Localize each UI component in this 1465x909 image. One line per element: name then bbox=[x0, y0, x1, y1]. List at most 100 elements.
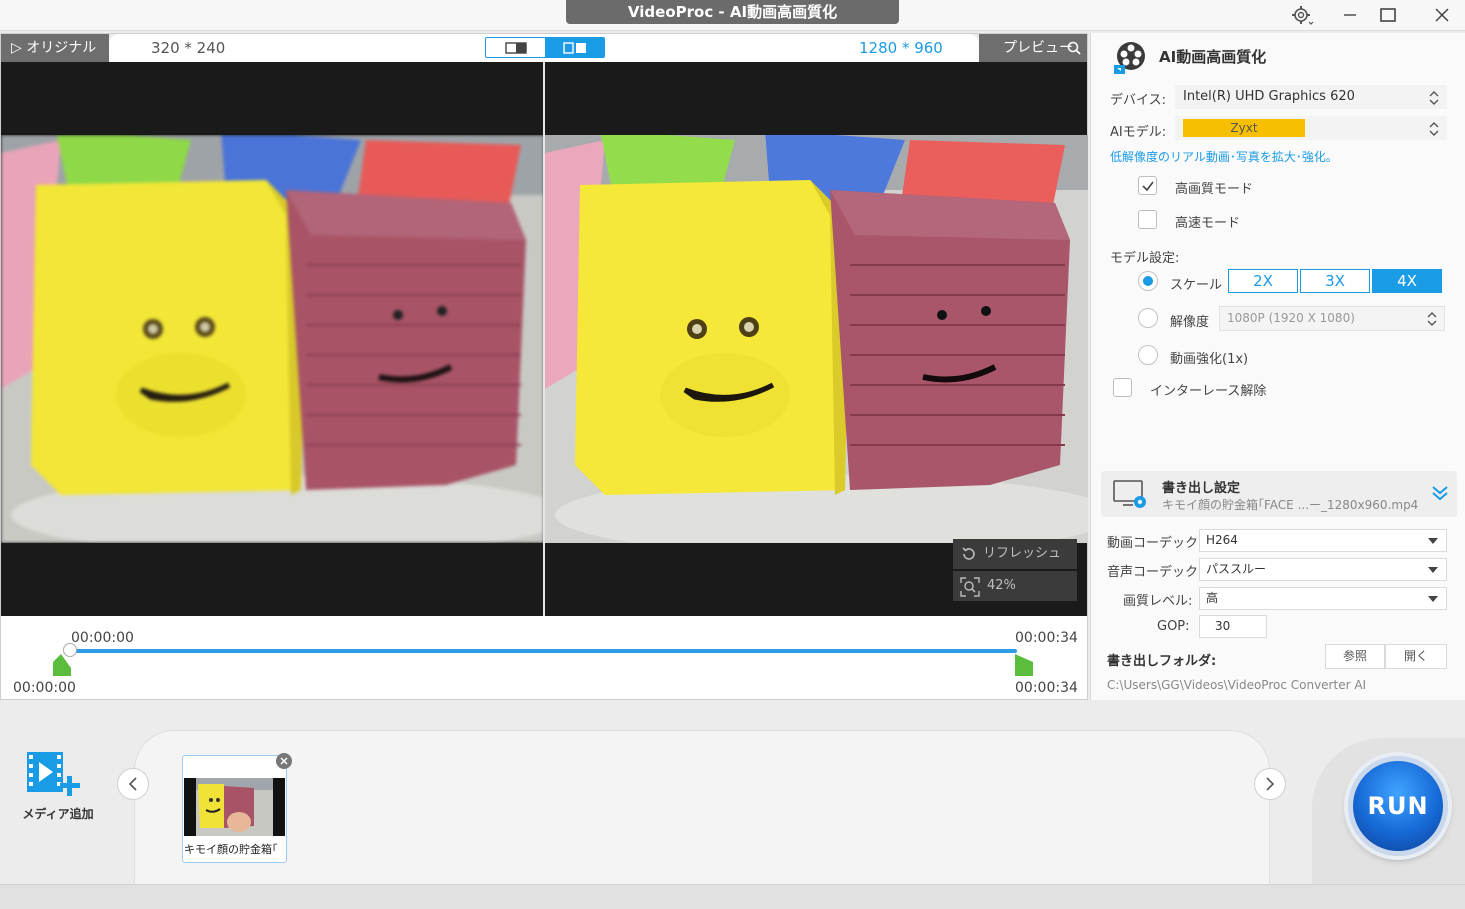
model-settings-label: モデル設定: bbox=[1110, 251, 1180, 266]
model-description: 低解像度のリアル動画･写真を拡大･強化。 bbox=[1110, 150, 1338, 164]
model-value: Zyxt bbox=[1183, 119, 1305, 137]
scale-2x-button[interactable]: 2X bbox=[1228, 269, 1298, 293]
device-label: デバイス: bbox=[1110, 93, 1166, 108]
check-icon bbox=[1142, 181, 1154, 192]
minimize-icon[interactable] bbox=[1336, 4, 1364, 26]
trim-end-marker[interactable] bbox=[1015, 654, 1033, 676]
scale-label: スケール bbox=[1170, 278, 1223, 293]
settings-gear-icon[interactable] bbox=[1288, 4, 1316, 26]
resolution-value: 1080P (1920 X 1080) bbox=[1227, 311, 1355, 325]
chevron-right-icon bbox=[1266, 777, 1275, 791]
deinterlace-checkbox[interactable] bbox=[1113, 378, 1132, 397]
resolution-radio[interactable] bbox=[1138, 308, 1158, 328]
high-quality-checkbox[interactable] bbox=[1138, 176, 1157, 195]
scroll-left-button[interactable] bbox=[117, 768, 149, 800]
gop-label: GOP: bbox=[1157, 619, 1190, 634]
open-folder-button[interactable]: 開く bbox=[1385, 644, 1447, 669]
updown-icon bbox=[1429, 122, 1439, 136]
updown-icon bbox=[1429, 91, 1439, 105]
deinterlace-label: インターレース解除 bbox=[1150, 384, 1267, 399]
original-resolution: 320 * 240 bbox=[151, 39, 226, 57]
quality-select[interactable]: 高 bbox=[1199, 587, 1447, 610]
trim-end-time: 00:00:34 bbox=[1015, 680, 1078, 696]
scale-3x-button[interactable]: 3X bbox=[1300, 269, 1370, 293]
zoom-icon bbox=[960, 577, 980, 597]
export-filename: キモイ顔の貯金箱｢FACE ...ー_1280x960.mp4 bbox=[1162, 498, 1419, 512]
gop-input[interactable]: 30 bbox=[1199, 615, 1267, 638]
single-view-icon[interactable] bbox=[486, 38, 545, 57]
add-media-button[interactable]: メディア追加 bbox=[22, 750, 94, 830]
media-thumbnail[interactable]: キモイ顔の貯金箱｢ bbox=[182, 755, 287, 863]
audio-codec-select[interactable]: パススルー bbox=[1199, 558, 1447, 581]
close-icon[interactable] bbox=[1428, 4, 1456, 26]
resolution-label: 解像度 bbox=[1170, 315, 1210, 330]
run-area: RUN bbox=[1312, 738, 1465, 884]
zoom-label: 42% bbox=[987, 578, 1016, 593]
export-settings-icon bbox=[1113, 480, 1146, 508]
video-area: リフレッシュ 42% bbox=[1, 62, 1088, 616]
fast-mode-label: 高速モード bbox=[1175, 216, 1241, 231]
export-folder-label: 書き出しフォルダ: bbox=[1107, 654, 1217, 669]
updown-icon bbox=[1427, 312, 1437, 326]
scale-radio[interactable] bbox=[1138, 271, 1158, 291]
timeline-progress bbox=[69, 649, 1017, 653]
resolution-select[interactable]: 1080P (1920 X 1080) bbox=[1219, 306, 1445, 331]
search-icon bbox=[1067, 41, 1081, 55]
device-select[interactable]: Intel(R) UHD Graphics 620 bbox=[1175, 85, 1447, 109]
tab-preview-label: プレビュー bbox=[1003, 40, 1073, 56]
tab-preview[interactable]: プレビュー bbox=[979, 34, 1087, 62]
output-resolution: 1280 * 960 bbox=[859, 39, 943, 57]
trim-start-time: 00:00:00 bbox=[13, 680, 76, 696]
model-select[interactable]: Zyxt bbox=[1175, 116, 1447, 140]
export-title: 書き出し設定 bbox=[1162, 481, 1241, 496]
chevron-left-icon bbox=[128, 777, 137, 791]
fast-mode-checkbox[interactable] bbox=[1138, 210, 1157, 229]
status-bar bbox=[0, 884, 1465, 909]
scroll-right-button[interactable] bbox=[1254, 768, 1286, 800]
split-view-icon[interactable] bbox=[545, 38, 604, 57]
remove-media-icon[interactable] bbox=[276, 753, 292, 769]
thumbnail-label: キモイ顔の貯金箱｢ bbox=[184, 843, 278, 856]
preview-pane: ▷ オリジナル 320 * 240 1280 * 960 プレビュー リフレッシ… bbox=[0, 33, 1088, 700]
media-bar: メディア追加 キモイ顔の貯金箱｢ RUN bbox=[0, 700, 1465, 884]
caret-down-icon bbox=[1428, 538, 1438, 544]
refresh-button[interactable]: リフレッシュ bbox=[953, 539, 1077, 569]
settings-panel: AI動画高画質化 デバイス: Intel(R) UHD Graphics 620… bbox=[1090, 33, 1465, 700]
timeline-end-time: 00:00:34 bbox=[1015, 630, 1078, 646]
tab-original[interactable]: ▷ オリジナル bbox=[1, 34, 109, 62]
media-strip bbox=[134, 730, 1270, 884]
enhance-label: 動画強化(1x) bbox=[1170, 352, 1249, 367]
preview-frame bbox=[545, 135, 1088, 543]
caret-down-icon bbox=[1428, 567, 1438, 573]
enhance-radio[interactable] bbox=[1138, 345, 1158, 365]
export-settings-header[interactable]: 書き出し設定 キモイ顔の貯金箱｢FACE ...ー_1280x960.mp4 bbox=[1101, 471, 1457, 517]
audio-codec-value: パススルー bbox=[1206, 562, 1267, 576]
maximize-icon[interactable] bbox=[1374, 4, 1402, 26]
model-label: AIモデル: bbox=[1110, 125, 1167, 140]
title-bar: VideoProc - AI動画高画質化 bbox=[0, 0, 1465, 31]
chevron-double-down-icon[interactable] bbox=[1431, 484, 1449, 502]
preview-header: ▷ オリジナル 320 * 240 1280 * 960 プレビュー bbox=[1, 34, 1087, 62]
video-codec-value: H264 bbox=[1206, 533, 1238, 547]
caret-down-icon bbox=[1428, 596, 1438, 602]
device-value: Intel(R) UHD Graphics 620 bbox=[1183, 89, 1355, 104]
window-title: VideoProc - AI動画高画質化 bbox=[566, 0, 899, 24]
split-divider[interactable] bbox=[543, 62, 545, 616]
run-button[interactable]: RUN bbox=[1348, 756, 1448, 856]
browse-button[interactable]: 参照 bbox=[1325, 644, 1385, 669]
add-video-icon bbox=[27, 752, 80, 796]
timeline: 00:00:00 00:00:34 00:00:00 00:00:34 bbox=[1, 616, 1087, 699]
scale-4x-button[interactable]: 4X bbox=[1372, 269, 1442, 293]
film-reel-icon bbox=[1114, 42, 1145, 74]
high-quality-label: 高画質モード bbox=[1175, 182, 1254, 197]
video-codec-select[interactable]: H264 bbox=[1199, 529, 1447, 552]
timeline-track[interactable] bbox=[69, 649, 1017, 653]
view-mode-toggle[interactable] bbox=[485, 37, 605, 58]
export-folder-path: C:\Users\GG\Videos\VideoProc Converter A… bbox=[1107, 678, 1367, 692]
trim-start-marker[interactable] bbox=[53, 654, 71, 676]
zoom-button[interactable]: 42% bbox=[953, 571, 1077, 601]
refresh-label: リフレッシュ bbox=[983, 546, 1062, 561]
quality-value: 高 bbox=[1206, 591, 1219, 605]
original-frame bbox=[1, 135, 544, 543]
thumbnail-image bbox=[184, 778, 285, 836]
